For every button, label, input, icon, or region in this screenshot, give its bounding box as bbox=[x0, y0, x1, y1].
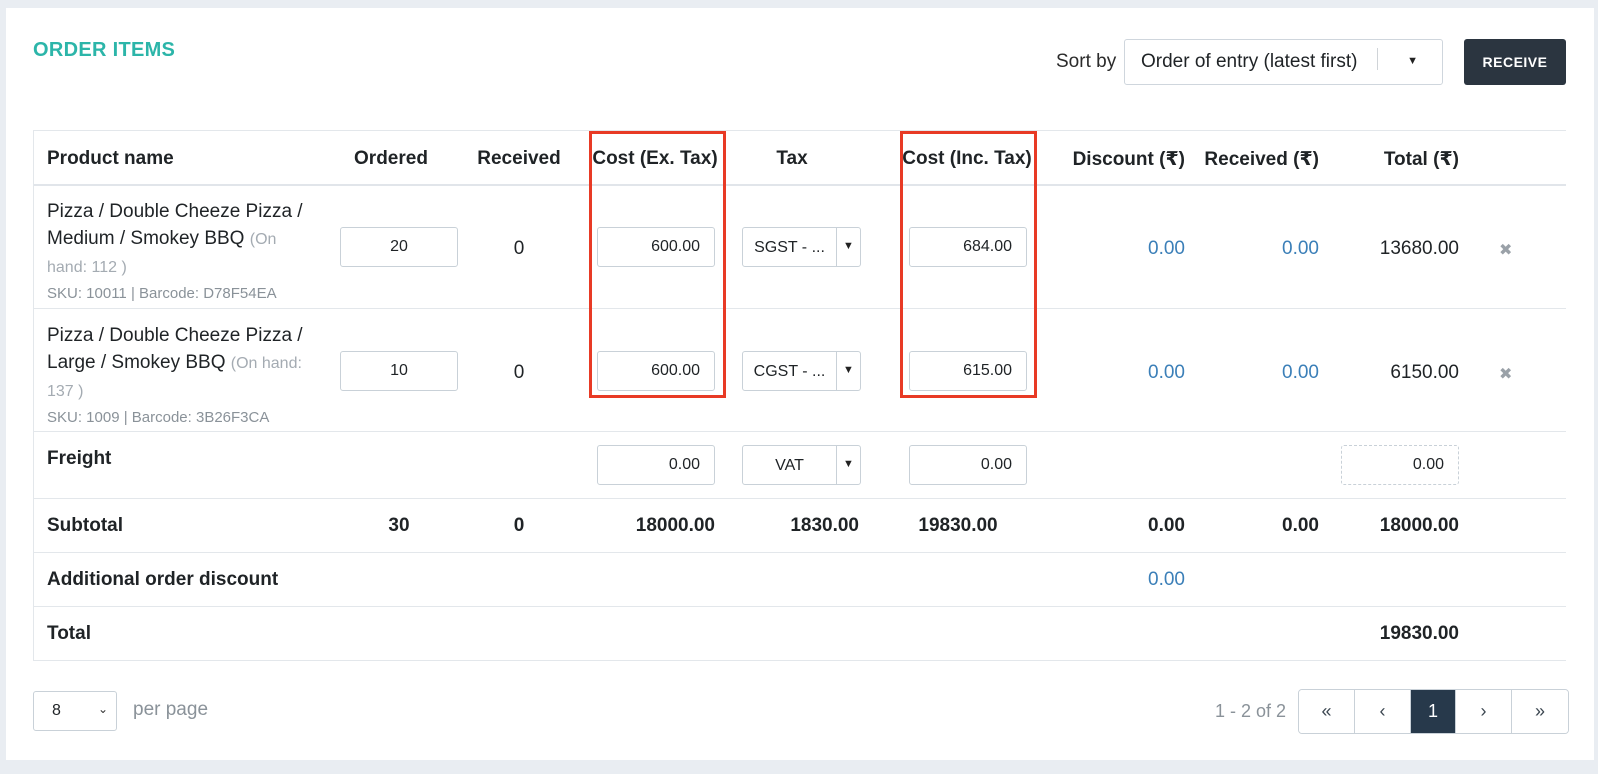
per-page-label: per page bbox=[133, 699, 209, 720]
next-page-button[interactable]: › bbox=[1456, 690, 1512, 733]
row-divider bbox=[33, 606, 1566, 607]
item-2-sku-barcode: SKU: 1009 | Barcode: 3B26F3CA bbox=[47, 409, 270, 426]
col-header-discount: Discount (₹) bbox=[1072, 149, 1185, 170]
item-2-tax-divider bbox=[836, 352, 837, 390]
col-header-ordered: Ordered bbox=[354, 148, 428, 169]
freight-total-input[interactable]: 0.00 bbox=[1341, 445, 1459, 485]
receive-button[interactable]: RECEIVE bbox=[1464, 39, 1566, 85]
freight-cost-ex-tax-input[interactable]: 0.00 bbox=[597, 445, 715, 485]
freight-tax-select[interactable]: VAT ▼ bbox=[742, 445, 861, 485]
row-divider bbox=[33, 552, 1566, 553]
additional-discount-label: Additional order discount bbox=[47, 569, 279, 590]
subtotal-received: 0 bbox=[513, 515, 525, 536]
caret-down-icon: ▼ bbox=[1407, 55, 1418, 67]
item-1-received: 0 bbox=[513, 238, 525, 259]
subtotal-tax: 1830.00 bbox=[790, 515, 859, 536]
sort-select-value: Order of entry (latest first) bbox=[1141, 51, 1358, 72]
item-2-received-amount-link[interactable]: 0.00 bbox=[1203, 362, 1319, 384]
additional-discount-link[interactable]: 0.00 bbox=[1073, 569, 1185, 591]
highlight-cost-inc-tax bbox=[900, 131, 1037, 398]
first-page-button[interactable]: « bbox=[1299, 690, 1355, 733]
pagination: « ‹ 1 › » bbox=[1298, 689, 1569, 734]
subtotal-cost-inc-tax: 19830.00 bbox=[918, 515, 998, 536]
table-left-border bbox=[33, 130, 34, 661]
item-2-delete-icon[interactable]: ✖ bbox=[1499, 364, 1512, 384]
item-2-ordered-value: 10 bbox=[390, 362, 408, 379]
item-1-product-name: Pizza / Double Cheeze Pizza / Medium / S… bbox=[47, 198, 317, 305]
sort-select[interactable]: Order of entry (latest first) ▼ bbox=[1124, 39, 1443, 85]
item-1-ordered-input[interactable]: 20 bbox=[340, 227, 458, 267]
item-1-tax-divider bbox=[836, 228, 837, 266]
chevron-down-icon: ⌄ bbox=[97, 702, 108, 716]
page-1-button[interactable]: 1 bbox=[1411, 690, 1456, 733]
subtotal-cost-ex-tax: 18000.00 bbox=[635, 515, 715, 536]
item-1-ordered-value: 20 bbox=[390, 238, 408, 255]
table-bottom-border bbox=[33, 660, 1566, 661]
item-2-product-name: Pizza / Double Cheeze Pizza / Large / Sm… bbox=[47, 322, 317, 429]
grand-total-label: Total bbox=[47, 623, 91, 644]
table-top-border bbox=[33, 130, 1566, 131]
item-2-total: 6150.00 bbox=[1390, 362, 1459, 383]
row-divider bbox=[33, 498, 1566, 499]
col-header-received-amount: Received (₹) bbox=[1204, 149, 1319, 170]
subtotal-label: Subtotal bbox=[47, 515, 123, 536]
section-title: ORDER ITEMS bbox=[33, 39, 176, 61]
grand-total-value: 19830.00 bbox=[1379, 623, 1459, 644]
item-2-tax-value: CGST - ... bbox=[753, 363, 826, 380]
header-divider bbox=[33, 184, 1566, 186]
subtotal-discount: 0.00 bbox=[1148, 515, 1185, 536]
freight-cost-ex-tax-value: 0.00 bbox=[668, 456, 700, 473]
item-1-total: 13680.00 bbox=[1379, 238, 1459, 259]
col-header-tax: Tax bbox=[776, 148, 808, 169]
per-page-select[interactable]: 8 ⌄ bbox=[33, 691, 117, 731]
freight-cost-inc-tax-input[interactable]: 0.00 bbox=[909, 445, 1027, 485]
item-1-discount-link[interactable]: 0.00 bbox=[1073, 238, 1185, 260]
col-header-product: Product name bbox=[47, 148, 174, 169]
freight-tax-value: VAT bbox=[775, 457, 804, 474]
item-2-received: 0 bbox=[513, 362, 525, 383]
item-1-tax-select[interactable]: SGST - ... ▼ bbox=[742, 227, 861, 267]
pagination-range: 1 - 2 of 2 bbox=[1215, 701, 1287, 721]
freight-cost-inc-tax-value: 0.00 bbox=[980, 456, 1012, 473]
sort-by-label: Sort by bbox=[1056, 51, 1117, 72]
item-1-delete-icon[interactable]: ✖ bbox=[1499, 240, 1512, 260]
item-1-tax-value: SGST - ... bbox=[754, 239, 825, 256]
caret-down-icon: ▼ bbox=[843, 458, 854, 470]
col-header-total: Total (₹) bbox=[1383, 149, 1459, 170]
prev-page-button[interactable]: ‹ bbox=[1355, 690, 1411, 733]
item-1-received-amount-link[interactable]: 0.00 bbox=[1203, 238, 1319, 260]
freight-label: Freight bbox=[47, 448, 112, 469]
caret-down-icon: ▼ bbox=[843, 240, 854, 252]
item-2-tax-select[interactable]: CGST - ... ▼ bbox=[742, 351, 861, 391]
freight-total-value: 0.00 bbox=[1412, 456, 1444, 473]
col-header-received: Received bbox=[477, 148, 561, 169]
row-divider bbox=[33, 431, 1566, 432]
sort-select-separator bbox=[1377, 48, 1378, 70]
per-page-value: 8 bbox=[52, 702, 61, 719]
subtotal-total: 18000.00 bbox=[1379, 515, 1459, 536]
item-1-sku-barcode: SKU: 10011 | Barcode: D78F54EA bbox=[47, 285, 277, 302]
caret-down-icon: ▼ bbox=[843, 364, 854, 376]
subtotal-ordered: 30 bbox=[388, 515, 410, 536]
item-2-discount-link[interactable]: 0.00 bbox=[1073, 362, 1185, 384]
subtotal-received-amount: 0.00 bbox=[1282, 515, 1319, 536]
order-items-card: ORDER ITEMS Sort by Order of entry (late… bbox=[6, 8, 1594, 760]
row-divider bbox=[33, 308, 1566, 309]
last-page-button[interactable]: » bbox=[1512, 690, 1568, 733]
freight-tax-divider bbox=[836, 446, 837, 484]
highlight-cost-ex-tax bbox=[589, 131, 726, 398]
item-2-ordered-input[interactable]: 10 bbox=[340, 351, 458, 391]
